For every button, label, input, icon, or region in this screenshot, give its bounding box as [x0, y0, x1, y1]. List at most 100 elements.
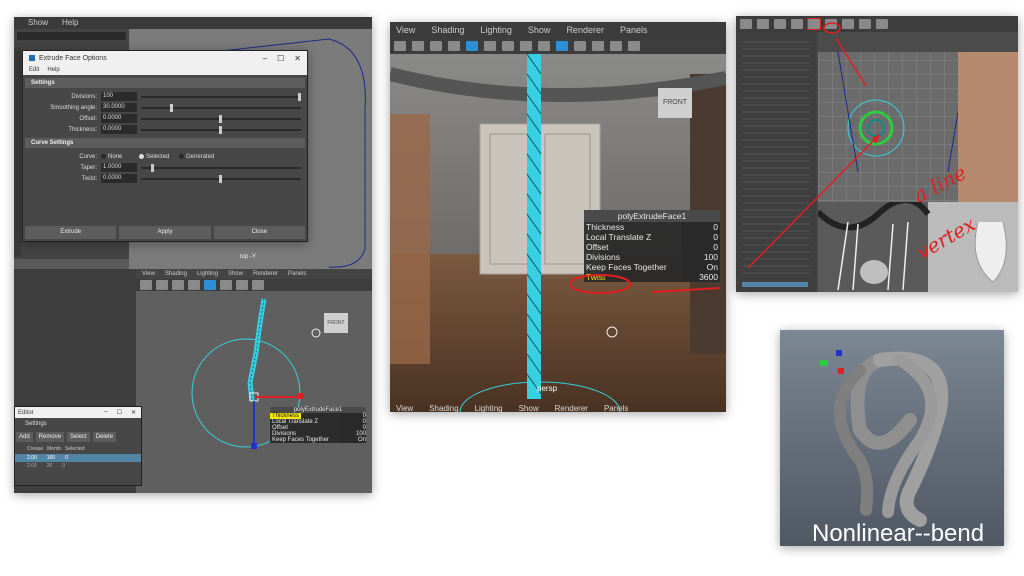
grid-toggle-icon[interactable] — [466, 41, 478, 51]
smoothing-angle-input[interactable]: 30.0000 — [101, 103, 137, 112]
close-icon[interactable]: ✕ — [294, 54, 301, 63]
menu-show[interactable]: Show — [228, 271, 243, 277]
menu-show[interactable]: Show — [519, 404, 539, 412]
wireframe-icon[interactable] — [172, 280, 184, 290]
lower-viewport[interactable]: View Shading Lighting Show Renderer Pane… — [136, 269, 372, 493]
node-row-keep-faces-together[interactable]: Keep Faces Together On — [270, 437, 366, 443]
textured-icon[interactable] — [220, 280, 232, 290]
column-header[interactable]: Memb — [47, 446, 61, 452]
panel-perspective-viewport[interactable]: View Shading Lighting Show Renderer Pane… — [390, 22, 726, 412]
snap-point-icon[interactable] — [825, 19, 837, 29]
node-row-divisions[interactable]: Divisions 100 — [584, 252, 720, 262]
camera-icon[interactable] — [140, 280, 152, 290]
taper-slider[interactable] — [141, 163, 301, 172]
radio-selected[interactable]: Selected — [139, 154, 179, 160]
ambient-occlusion-icon[interactable] — [628, 41, 640, 51]
smooth-shade-icon[interactable] — [188, 280, 200, 290]
node-value[interactable]: 0 — [682, 232, 720, 242]
radio-none[interactable]: None — [101, 154, 139, 160]
menu-view[interactable]: View — [396, 25, 415, 35]
camera-icon[interactable] — [394, 41, 406, 51]
outliner-selected-row[interactable] — [742, 282, 808, 287]
column-header[interactable]: Crease — [27, 446, 43, 452]
thickness-slider[interactable] — [141, 125, 301, 134]
taper-input[interactable]: 1.0000 — [101, 163, 137, 172]
section-curve-settings[interactable]: Curve Settings — [25, 138, 305, 148]
search-field[interactable] — [17, 32, 126, 40]
node-value[interactable]: 0 — [682, 222, 720, 232]
close-button[interactable]: Close — [213, 226, 305, 239]
menu-shading[interactable]: Shading — [165, 271, 187, 277]
select-button[interactable]: Select — [67, 432, 90, 442]
node-row-offset[interactable]: Offset 0 — [584, 242, 720, 252]
ipr-icon[interactable] — [876, 19, 888, 29]
shaded-icon[interactable] — [556, 41, 568, 51]
menu-help[interactable]: Help — [47, 67, 59, 73]
remove-button[interactable]: Remove — [35, 432, 65, 442]
divisions-slider[interactable] — [141, 92, 301, 101]
isolate-icon[interactable] — [252, 280, 264, 290]
table-row[interactable]: 2.00 20 0 — [15, 462, 141, 470]
safe-action-icon[interactable] — [520, 41, 532, 51]
offset-input[interactable]: 0.0000 — [101, 114, 137, 123]
menu-shading[interactable]: Shading — [429, 404, 458, 412]
twist-input[interactable]: 0.0000 — [101, 174, 137, 183]
lights-icon[interactable] — [236, 280, 248, 290]
node-value[interactable]: 100 — [682, 252, 720, 262]
maximize-icon[interactable]: ☐ — [277, 54, 284, 63]
radio-generated[interactable]: Generated — [179, 154, 214, 160]
menu-edit[interactable]: Edit — [29, 67, 39, 73]
film-gate-icon[interactable] — [484, 41, 496, 51]
menu-help[interactable]: Help — [62, 18, 78, 28]
menu-panels[interactable]: Panels — [604, 404, 628, 412]
bookmark-icon[interactable] — [412, 41, 424, 51]
select-tool-icon[interactable] — [740, 19, 752, 29]
maximize-icon[interactable]: ☐ — [117, 409, 122, 416]
divisions-input[interactable]: 100 — [101, 92, 137, 101]
thickness-input[interactable]: 0.0000 — [101, 125, 137, 134]
node-row-thickness[interactable]: Thickness 0 — [584, 222, 720, 232]
menu-lighting[interactable]: Lighting — [197, 271, 218, 277]
history-icon[interactable] — [842, 19, 854, 29]
wireframe-icon[interactable] — [538, 41, 550, 51]
top-right-viewport[interactable] — [818, 32, 1018, 202]
apply-button[interactable]: Apply — [119, 226, 211, 239]
snap-curve-icon[interactable] — [807, 18, 821, 30]
twist-slider[interactable] — [141, 174, 301, 183]
menu-show[interactable]: Show — [528, 25, 551, 35]
menu-renderer[interactable]: Renderer — [253, 271, 278, 277]
node-value[interactable]: 3600 — [682, 272, 720, 282]
delete-button[interactable]: Delete — [92, 432, 117, 442]
node-value[interactable]: On — [340, 437, 366, 443]
render-icon[interactable] — [859, 19, 871, 29]
menu-panels[interactable]: Panels — [620, 25, 648, 35]
grid-icon[interactable] — [448, 41, 460, 51]
node-value[interactable]: 0 — [682, 242, 720, 252]
extrude-button[interactable]: Extrude — [25, 226, 117, 239]
image-plane-icon[interactable] — [430, 41, 442, 51]
menu-lighting[interactable]: Lighting — [480, 25, 512, 35]
add-button[interactable]: Add — [16, 432, 33, 442]
snap-grid-icon[interactable] — [791, 19, 803, 29]
editor-settings-label[interactable]: Settings — [15, 418, 141, 430]
offset-slider[interactable] — [141, 114, 301, 123]
minimize-icon[interactable]: – — [104, 409, 107, 416]
menu-show[interactable]: Show — [28, 18, 48, 28]
close-icon[interactable]: ✕ — [131, 409, 136, 416]
outliner-list[interactable] — [742, 36, 810, 276]
table-row[interactable]: 2.00 160 0 — [15, 454, 141, 462]
section-settings[interactable]: Settings — [25, 78, 305, 88]
menu-view[interactable]: View — [396, 404, 413, 412]
node-value[interactable]: On — [682, 262, 720, 272]
minimize-icon[interactable]: – — [263, 54, 267, 63]
resolution-gate-icon[interactable] — [502, 41, 514, 51]
grid-icon[interactable] — [156, 280, 168, 290]
node-row-local-translate-z[interactable]: Local Translate Z 0 — [584, 232, 720, 242]
column-header[interactable]: Selected — [65, 446, 84, 452]
shadows-icon[interactable] — [610, 41, 622, 51]
menu-view[interactable]: View — [142, 271, 155, 277]
textured-icon[interactable] — [574, 41, 586, 51]
front-view-cube[interactable]: FRONT — [658, 88, 692, 118]
paint-tool-icon[interactable] — [774, 19, 786, 29]
lights-icon[interactable] — [592, 41, 604, 51]
